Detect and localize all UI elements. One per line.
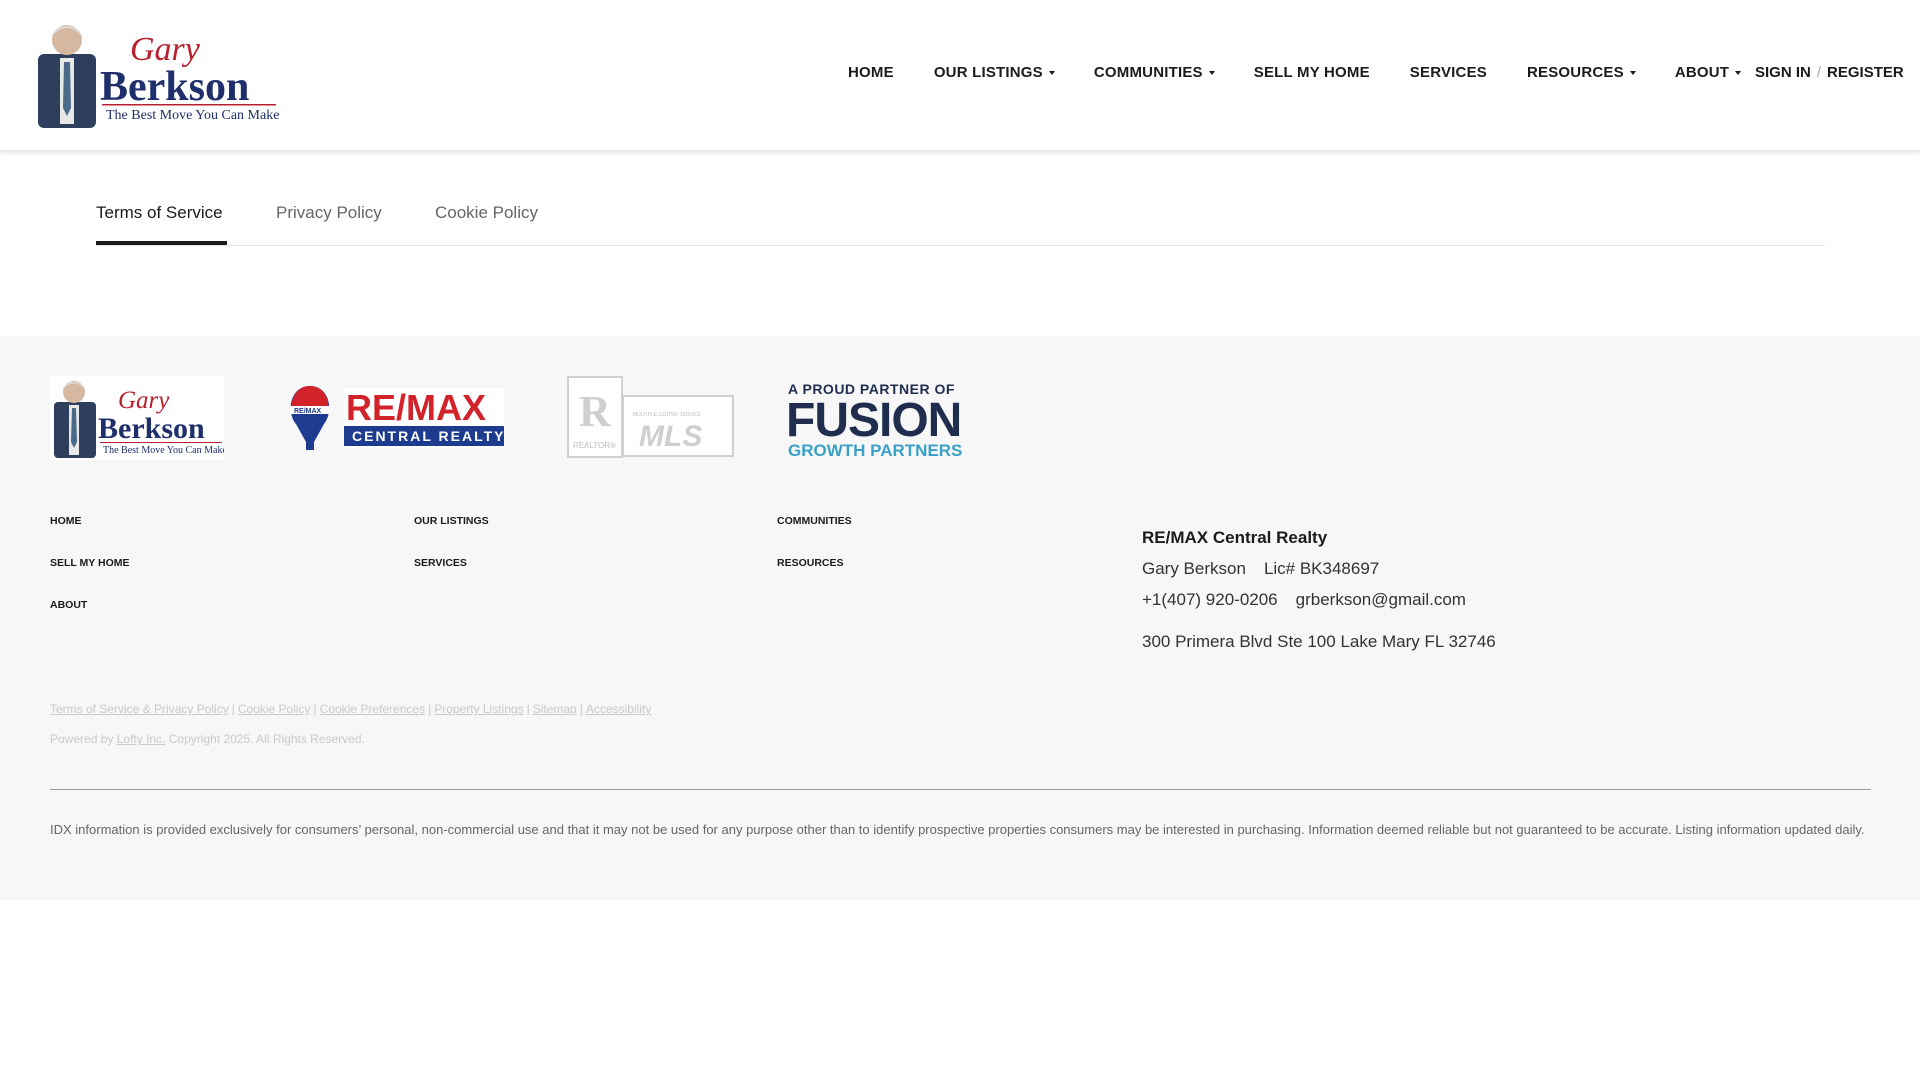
contact-row: +1(407) 920-0206 grberkson@gmail.com: [1142, 590, 1842, 610]
remax-main-text: RE/MAX: [346, 387, 486, 428]
company-name: RE/MAX Central Realty: [1142, 528, 1328, 547]
footer-link-resources[interactable]: RESOURCES: [777, 557, 844, 569]
email-link[interactable]: grberkson@gmail.com: [1296, 590, 1466, 609]
powered-prefix: Powered by: [50, 732, 114, 746]
nav-about-label: ABOUT: [1674, 64, 1730, 81]
gary-berkson-logo[interactable]: Gary Berkson The Best Move You Can Make!: [34, 16, 279, 131]
nav-about[interactable]: ABOUT: [1674, 64, 1742, 81]
agent-row: Gary Berkson Lic# BK348697: [1142, 559, 1842, 579]
chevron-down-icon: [1208, 70, 1215, 75]
site-footer: Gary Berkson The Best Move You Can Make!…: [0, 336, 1920, 900]
site-header: Gary Berkson The Best Move You Can Make!…: [0, 0, 1920, 151]
legal-link-cookie-policy[interactable]: Cookie Policy: [238, 702, 311, 716]
footer-logo-name-top: Gary: [118, 387, 170, 414]
legal-links: Terms of Service & Privacy Policy | Cookie…: [50, 702, 651, 716]
sign-in-link[interactable]: SIGN IN: [1755, 64, 1811, 81]
realtor-text: REALTOR®: [573, 441, 616, 450]
lofty-link[interactable]: Lofty Inc.: [117, 732, 166, 746]
office-address: 300 Primera Blvd Ste 100 Lake Mary FL 32…: [1142, 632, 1496, 651]
remax-balloon-text: RE/MAX: [294, 408, 322, 415]
policy-tabs: Terms of Service Privacy Policy Cookie P…: [96, 195, 1825, 246]
footer-remax-logo[interactable]: RE/MAX RE/MAX CENTRAL REALTY: [286, 376, 506, 460]
register-link[interactable]: REGISTER: [1827, 64, 1904, 81]
contact-info: RE/MAX Central Realty Gary Berkson Lic# B…: [1142, 528, 1842, 652]
footer-link-services[interactable]: SERVICES: [414, 557, 467, 569]
agent-photo: [38, 25, 96, 128]
footer-divider: [50, 789, 1871, 790]
nav-home-label: HOME: [848, 64, 894, 81]
remax-sub-text: CENTRAL REALTY: [352, 428, 505, 444]
legal-link-sitemap[interactable]: Sitemap: [533, 702, 577, 716]
chevron-down-icon: [1735, 70, 1742, 75]
legal-link-accessibility[interactable]: Accessibility: [586, 702, 651, 716]
footer-gary-berkson-logo[interactable]: Gary Berkson The Best Move You Can Make!: [50, 376, 224, 460]
nav-communities[interactable]: COMMUNITIES: [1094, 64, 1215, 81]
copyright-text: Copyright 2025. All Rights Reserved.: [168, 732, 365, 746]
phone-link[interactable]: +1(407) 920-0206: [1142, 590, 1278, 609]
nav-resources[interactable]: RESOURCES: [1527, 64, 1636, 81]
footer-nav: HOME OUR LISTINGS COMMUNITIES SELL MY HO…: [50, 515, 1130, 635]
fusion-bottom-text: GROWTH PARTNERS: [788, 441, 962, 460]
nav-sell-my-home-label: SELL MY HOME: [1253, 64, 1370, 81]
footer-logo-tagline: The Best Move You Can Make!: [103, 445, 224, 456]
auth-separator: /: [1816, 64, 1822, 81]
powered-by: Powered by Lofty Inc. Copyright 2025. Al…: [50, 732, 365, 746]
nav-services-label: SERVICES: [1409, 64, 1487, 81]
logo-name-top: Gary: [130, 31, 201, 68]
nav-sell-my-home[interactable]: SELL MY HOME: [1254, 64, 1370, 81]
tab-cookie-policy[interactable]: Cookie Policy: [435, 203, 538, 223]
legal-link-property-listings[interactable]: Property Listings: [434, 702, 523, 716]
legal-link-cookie-preferences[interactable]: Cookie Preferences: [320, 702, 425, 716]
idx-disclaimer: IDX information is provided exclusively …: [50, 822, 1865, 837]
footer-link-our-listings[interactable]: OUR LISTINGS: [414, 515, 489, 527]
nav-communities-label: COMMUNITIES: [1093, 64, 1203, 81]
auth-links: SIGN IN / REGISTER: [1755, 64, 1904, 81]
footer-fusion-logo[interactable]: A PROUD PARTNER OF FUSION GROWTH PARTNER…: [786, 376, 968, 460]
active-tab-indicator: [96, 241, 227, 245]
legal-separator: |: [579, 702, 583, 716]
legal-separator: |: [231, 702, 235, 716]
remax-balloon-icon: RE/MAX: [290, 386, 330, 450]
legal-separator: |: [526, 702, 530, 716]
realtor-r-icon: R: [579, 387, 612, 436]
nav-resources-label: RESOURCES: [1526, 64, 1624, 81]
footer-realtor-mls-logo[interactable]: R REALTOR® MULTIPLE LISTING SERVICE MLS: [567, 376, 735, 460]
legal-separator: |: [313, 702, 317, 716]
footer-link-about[interactable]: ABOUT: [50, 599, 87, 611]
nav-our-listings-label: OUR LISTINGS: [933, 64, 1043, 81]
legal-separator: |: [428, 702, 432, 716]
logo-tagline: The Best Move You Can Make!: [106, 108, 279, 123]
main-nav: HOME OUR LISTINGS COMMUNITIES SELL MY HO…: [848, 64, 1742, 81]
tab-terms-of-service[interactable]: Terms of Service: [96, 203, 223, 223]
footer-link-home[interactable]: HOME: [50, 515, 82, 527]
agent-name: Gary Berkson: [1142, 559, 1246, 578]
agent-license: Lic# BK348697: [1263, 559, 1380, 578]
mls-top-text: MULTIPLE LISTING SERVICE: [633, 412, 702, 418]
mls-main-text: MLS: [639, 420, 702, 453]
chevron-down-icon: [1629, 70, 1636, 75]
footer-link-communities[interactable]: COMMUNITIES: [777, 515, 852, 527]
nav-home[interactable]: HOME: [848, 64, 894, 81]
fusion-main-text: FUSION: [786, 394, 961, 447]
footer-logo-name-main: Berkson: [98, 412, 205, 445]
nav-services[interactable]: SERVICES: [1410, 64, 1487, 81]
legal-link-terms-privacy[interactable]: Terms of Service & Privacy Policy: [50, 702, 229, 716]
chevron-down-icon: [1048, 70, 1055, 75]
logo-name-main: Berkson: [100, 64, 249, 110]
tab-privacy-policy[interactable]: Privacy Policy: [276, 203, 382, 223]
footer-link-sell-my-home[interactable]: SELL MY HOME: [50, 557, 130, 569]
nav-our-listings[interactable]: OUR LISTINGS: [934, 64, 1055, 81]
